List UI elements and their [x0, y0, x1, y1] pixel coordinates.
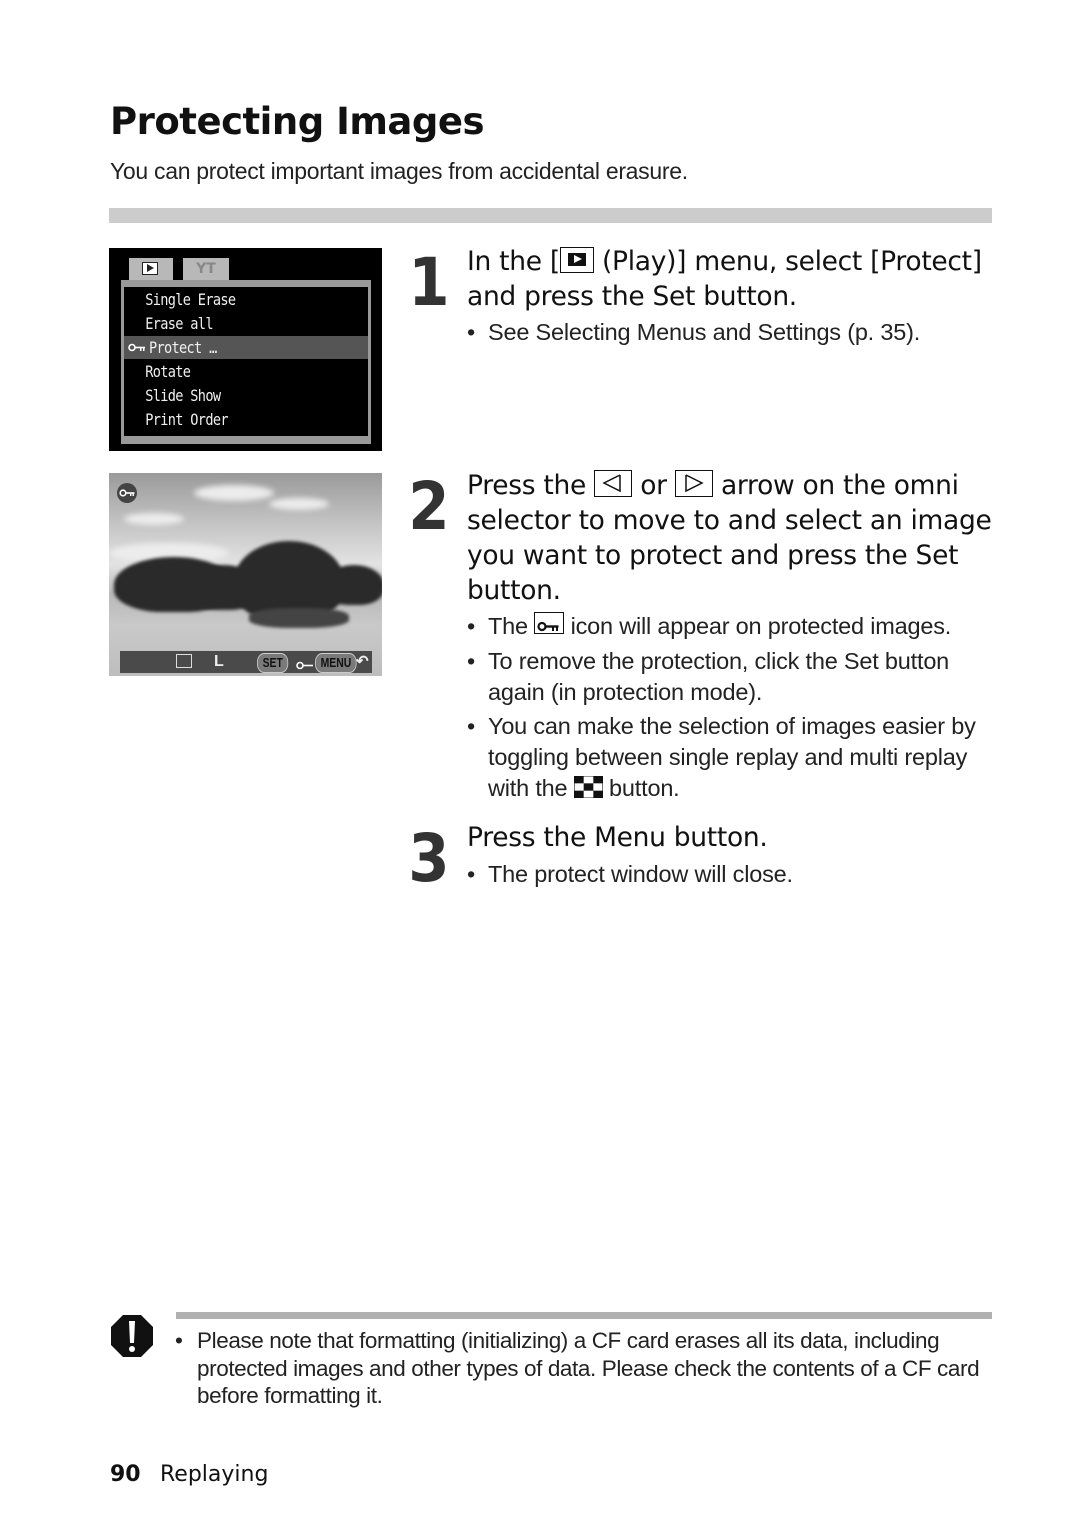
step-3-bullet: • The protect window will close.	[467, 859, 793, 890]
menu-item-print-order: Print Order	[124, 408, 331, 431]
key-icon	[128, 343, 145, 352]
menu-item-label: Single Erase	[145, 290, 236, 309]
tab-play	[129, 258, 173, 280]
heading-text: selector to move to and select an image	[467, 505, 992, 536]
play-icon	[559, 247, 594, 273]
left-arrow-icon	[594, 470, 633, 497]
index-grid-icon	[573, 775, 604, 799]
bullet-dot: •	[467, 613, 476, 639]
heading-text: you want to protect and press the Set	[467, 540, 959, 571]
caution-text: protected images and other types of data…	[197, 1355, 980, 1381]
page-number: 90	[110, 1462, 141, 1487]
heading-text: (Play)] menu, select [Protect]	[593, 246, 982, 277]
page-title: Protecting Images	[110, 100, 484, 143]
return-arrow-icon: ↶	[356, 653, 369, 670]
image-size-label: L	[214, 653, 224, 670]
menu-item-protect: Protect …	[124, 336, 368, 359]
bullet-text: with the	[488, 775, 574, 801]
caution-text: before formatting it.	[197, 1383, 383, 1408]
caution-divider	[176, 1312, 992, 1319]
caution-note: • Please note that formatting (initializ…	[175, 1327, 995, 1410]
bullet-text: You can make the selection of images eas…	[488, 713, 976, 739]
bullet-text: again (in protection mode).	[488, 679, 763, 705]
bullet-text: toggling between single replay and multi…	[488, 744, 968, 770]
menu-list: Single Erase Erase all Protect … Rotate …	[121, 280, 371, 444]
heading-text: Press the	[467, 470, 595, 501]
menu-label: MENU	[315, 653, 357, 673]
menu-item-label: Slide Show	[145, 386, 221, 405]
step-2-heading: Press the or arrow on the omni selector …	[467, 468, 992, 608]
heading-text: or	[632, 470, 675, 501]
menu-item-label: Rotate	[145, 362, 191, 381]
step-number: 2	[408, 468, 450, 545]
step-number: 1	[408, 244, 450, 321]
play-icon	[142, 262, 158, 275]
bullet-text: icon will appear on protected images.	[564, 613, 952, 639]
heading-text: In the [	[467, 246, 560, 277]
step-1-bullet: • See Selecting Menus and Settings (p. 3…	[467, 317, 920, 348]
bullet-dot: •	[467, 319, 476, 345]
menu-item-label: Print Order	[145, 410, 228, 429]
bullet-text: The protect window will close.	[488, 861, 793, 887]
section-divider	[109, 208, 992, 223]
key-icon	[296, 657, 314, 675]
menu-item-slide-show: Slide Show	[124, 384, 331, 407]
bullet-dot: •	[175, 1328, 183, 1353]
heading-text: and press the Set button.	[467, 281, 797, 312]
bullet-dot: •	[467, 861, 476, 887]
bullet-text: button.	[602, 775, 680, 801]
protected-image-screenshot: L SET MENU ↶	[109, 473, 382, 676]
step-2-bullet: • To remove the protection, click the Se…	[467, 646, 949, 708]
photo-status-bar: L SET MENU ↶	[120, 651, 372, 673]
step-1-heading: In the [ (Play)] menu, select [Protect] …	[467, 244, 982, 314]
right-arrow-icon	[674, 470, 713, 497]
menu-item-single-erase: Single Erase	[124, 288, 331, 311]
key-icon	[534, 612, 565, 634]
key-icon	[117, 483, 137, 503]
bullet-dot: •	[467, 713, 476, 739]
tree	[324, 565, 382, 605]
heading-text: button.	[467, 575, 561, 606]
intro-text: You can protect important images from ac…	[110, 158, 688, 184]
wrench-icon: ΥΤ	[196, 261, 216, 277]
bullet-dot: •	[467, 648, 476, 674]
bullet-text: See Selecting Menus and Settings (p. 35)…	[488, 319, 921, 345]
step-3-heading: Press the Menu button.	[467, 822, 768, 853]
set-label: SET	[257, 653, 289, 673]
cloud	[269, 498, 329, 510]
menu-item-erase-all: Erase all	[124, 312, 331, 335]
menu-item-label: Protect …	[149, 338, 217, 357]
caution-icon	[110, 1314, 154, 1362]
step-2-bullet: • The icon will appear on protected imag…	[467, 611, 951, 642]
bullet-text: The	[488, 613, 535, 639]
caution-text: Please note that formatting (initializin…	[197, 1328, 940, 1353]
menu-item-rotate: Rotate	[124, 360, 331, 383]
section-name: Replaying	[160, 1462, 269, 1487]
heading-text: arrow on the omni	[712, 470, 959, 501]
camera-menu-screenshot: ΥΤ Single Erase Erase all Protect … Rota…	[109, 248, 382, 451]
step-2-bullet: • You can make the selection of images e…	[467, 711, 976, 804]
key-box-icon	[176, 654, 192, 668]
bullet-text: To remove the protection, click the Set …	[488, 648, 950, 674]
step-number: 3	[408, 820, 450, 897]
cloud	[194, 485, 274, 501]
cloud	[124, 513, 184, 525]
menu-item-label: Erase all	[145, 314, 213, 333]
tab-setup: ΥΤ	[183, 258, 229, 280]
tree-roots	[249, 608, 349, 628]
